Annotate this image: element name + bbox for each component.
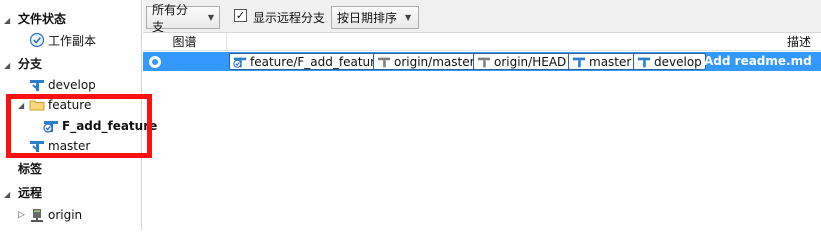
sidebar-section-branches[interactable]: 分支	[18, 55, 42, 72]
server-icon	[29, 207, 45, 223]
ref-label-text: origin/HEAD	[494, 54, 567, 69]
ref-label-text: master	[589, 54, 632, 69]
sidebar-item-develop[interactable]: develop	[29, 76, 96, 94]
remote-branch-icon	[377, 57, 391, 67]
branch-filter-dropdown[interactable]: 所有分支 ▼	[146, 3, 220, 34]
highlight-box	[6, 94, 152, 158]
sort-order-value: 按日期排序	[337, 11, 398, 25]
sidebar-section-tags[interactable]: 标签	[18, 160, 42, 177]
chevron-down-icon: ▼	[405, 13, 412, 22]
ref-label-origin-master[interactable]: origin/master	[373, 53, 479, 70]
sidebar-item-label: origin	[48, 208, 83, 222]
show-remote-checkbox[interactable]: ✓	[234, 9, 247, 22]
branch-icon	[29, 77, 45, 93]
ref-label-feature[interactable]: feature/F_add_feature	[229, 53, 387, 70]
sidebar-item-working-copy[interactable]: 工作副本	[29, 31, 96, 49]
commit-node-icon	[149, 56, 161, 68]
ref-label-master[interactable]: master	[568, 53, 636, 70]
chevron-down-icon: ▼	[207, 13, 214, 22]
ref-label-text: develop	[654, 54, 702, 69]
collapse-arrow-icon[interactable]: ◢	[4, 190, 10, 199]
branch-icon	[637, 57, 651, 67]
ref-label-text: origin/master	[394, 54, 475, 69]
show-remote-label: 显示远程分支	[253, 11, 326, 25]
ref-label-develop[interactable]: develop	[633, 53, 706, 70]
commit-row[interactable]: feature/F_add_feature origin/master orig…	[143, 52, 821, 71]
sidebar-item-label: 工作副本	[48, 33, 97, 48]
column-header-description[interactable]: 描述	[787, 33, 811, 51]
sidebar-section-workspace[interactable]: 文件状态	[18, 10, 66, 27]
commit-list-header: 图谱 描述	[143, 33, 821, 51]
ref-label-origin-head[interactable]: origin/HEAD	[473, 53, 571, 70]
sidebar-section-remotes[interactable]: 远程	[18, 184, 42, 201]
sourcetree-window: ◢ 文件状态 工作副本 ◢ 分支 develop ◢ feature F_add…	[0, 0, 821, 230]
working-copy-icon	[29, 32, 45, 48]
collapse-arrow-icon[interactable]: ◢	[4, 61, 10, 70]
ref-label-text: feature/F_add_feature	[250, 54, 383, 69]
sort-order-dropdown[interactable]: 按日期排序 ▼	[331, 6, 419, 29]
branch-icon	[572, 57, 586, 67]
commit-message: Add readme.md	[704, 54, 812, 68]
toolbar: 所有分支 ▼ ✓ 显示远程分支 按日期排序 ▼	[143, 0, 821, 34]
expand-arrow-icon[interactable]: ▷	[18, 210, 25, 220]
sidebar-item-origin[interactable]: origin	[29, 206, 82, 224]
branch-filter-value: 所有分支	[152, 2, 189, 34]
remote-branch-icon	[477, 57, 491, 67]
collapse-arrow-icon[interactable]: ◢	[4, 16, 10, 25]
current-branch-icon	[233, 57, 247, 68]
sidebar-item-label: develop	[48, 78, 96, 92]
column-header-graph[interactable]: 图谱	[143, 33, 227, 51]
